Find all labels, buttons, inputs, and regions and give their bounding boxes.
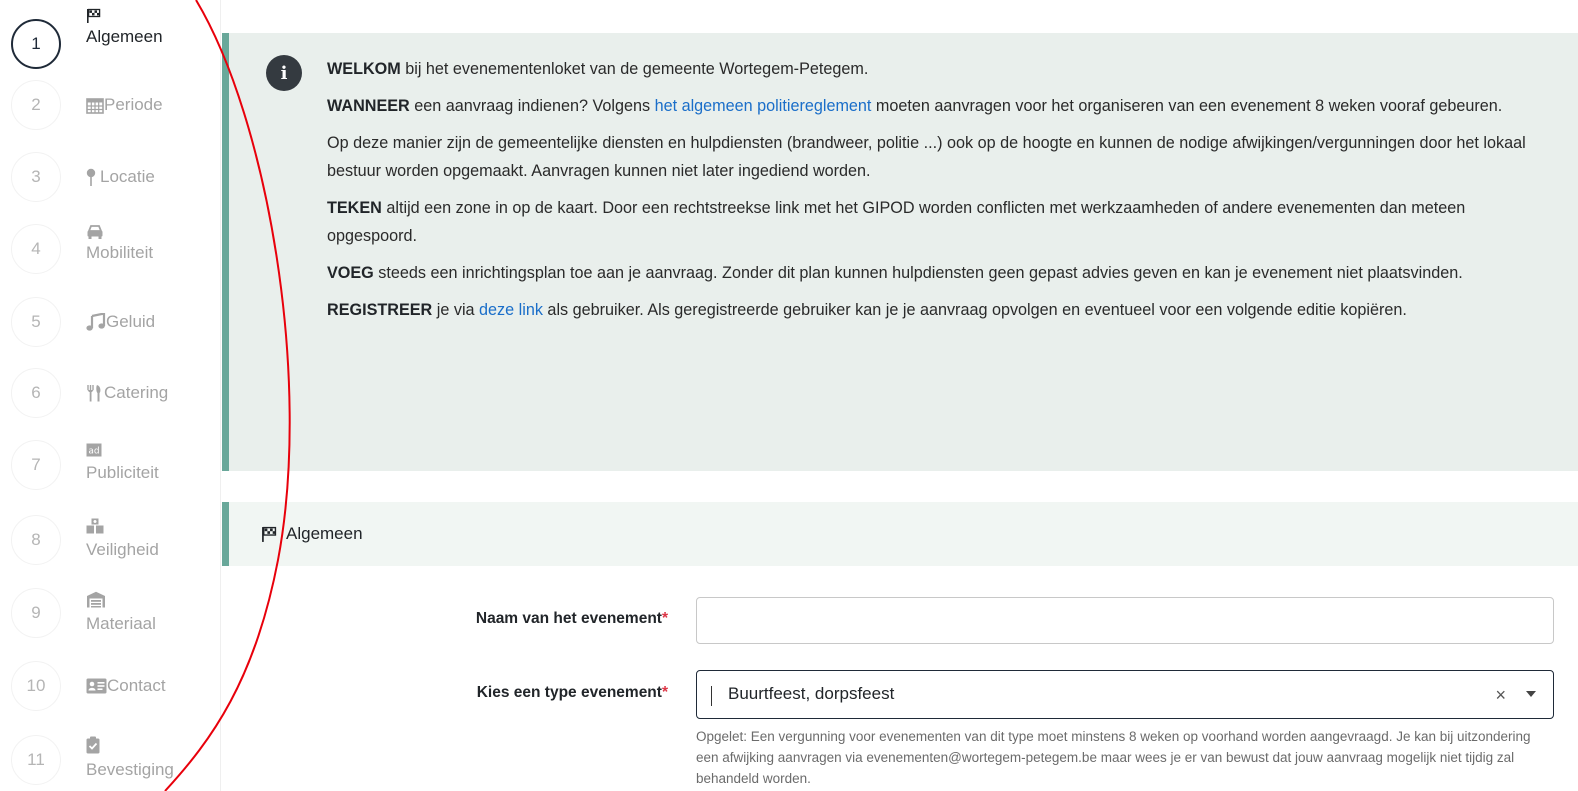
- info-text-wanneer-2: moeten aanvragen voor het organiseren va…: [871, 97, 1503, 115]
- register-link[interactable]: deze link: [479, 301, 543, 319]
- step-label-text: Periode: [104, 95, 163, 114]
- flag-icon: [86, 8, 102, 24]
- event-name-label-text: Naam van het evenement: [475, 610, 662, 627]
- section-title: Algemeen: [286, 524, 363, 543]
- info-icon: i: [266, 55, 302, 91]
- event-type-help-text: Opgelet: Een vergunning voor evenementen…: [696, 729, 1531, 786]
- info-text-voeg: steeds een inrichtingsplan toe aan je aa…: [373, 264, 1463, 282]
- step-number: 4: [11, 224, 61, 274]
- info-text: WELKOM bij het evenementenloket van de g…: [327, 55, 1557, 333]
- politiereglement-link[interactable]: het algemeen politiereglement: [655, 97, 872, 115]
- step-number: 7: [11, 440, 61, 490]
- info-paragraph-voeg: VOEG steeds een inrichtingsplan toe aan …: [327, 259, 1557, 287]
- event-name-label: Naam van het evenement*: [476, 610, 668, 628]
- step-number: 5: [11, 297, 61, 347]
- keyword-welkom: WELKOM: [327, 60, 401, 78]
- svg-text:ad: ad: [88, 447, 99, 457]
- map-pin-icon: [86, 168, 96, 186]
- step-number: 9: [11, 588, 61, 638]
- info-text-teken: altijd een zone in op de kaart. Door een…: [327, 199, 1466, 245]
- event-type-select[interactable]: Buurtfeest, dorpsfeest ×: [696, 670, 1554, 719]
- keyword-wanneer: WANNEER: [327, 97, 410, 115]
- clipboard-check-icon: [86, 736, 100, 754]
- id-card-icon: [86, 678, 107, 694]
- info-text-registreer-1: je via: [432, 301, 480, 319]
- step-label-text: Locatie: [100, 167, 155, 186]
- keyword-registreer: REGISTREER: [327, 301, 433, 319]
- section-header-algemeen: Algemeen: [222, 502, 1578, 566]
- info-paragraph-teken: TEKEN altijd een zone in op de kaart. Do…: [327, 194, 1557, 250]
- step-label-text: Bevestiging: [86, 760, 174, 779]
- chevron-down-icon[interactable]: [1526, 691, 1536, 697]
- step-label-text: Mobiliteit: [86, 243, 154, 262]
- text-cursor: [711, 686, 712, 706]
- keyword-voeg: VOEG: [327, 264, 374, 282]
- music-icon: [86, 313, 106, 331]
- warehouse-icon: [86, 591, 106, 608]
- info-paragraph-welkom: WELKOM bij het evenementenloket van de g…: [327, 55, 1557, 83]
- step-number: 2: [11, 80, 61, 130]
- step-label-text: Materiaal: [86, 614, 156, 633]
- info-text-welkom: bij het evenementenloket van de gemeente…: [400, 60, 869, 78]
- step-label-text: Catering: [104, 383, 169, 402]
- step-number: 8: [11, 515, 61, 565]
- calendar-icon: [86, 97, 104, 114]
- event-type-label: Kies een type evenement*: [477, 684, 668, 702]
- info-paragraph-registreer: REGISTREER je via deze link als gebruike…: [327, 296, 1557, 324]
- flag-icon: [261, 526, 278, 543]
- required-asterisk: *: [661, 684, 668, 701]
- step-number: 1: [11, 19, 61, 69]
- keyword-teken: TEKEN: [327, 199, 382, 217]
- step-label-text: Publiciteit: [86, 463, 159, 482]
- step-number: 6: [11, 368, 61, 418]
- info-paragraph-wanneer: WANNEER een aanvraag indienen? Volgens h…: [327, 92, 1557, 120]
- step-label-text: Algemeen: [86, 27, 163, 46]
- info-text-diensten: Op deze manier zijn de gemeentelijke die…: [327, 134, 1526, 180]
- first-aid-icon: [86, 518, 104, 534]
- stepper-sidebar: 1 Algemeen 2 Periode 3 Locatie 4 Mobilit…: [0, 0, 220, 791]
- event-name-input[interactable]: [696, 597, 1554, 644]
- step-label-text: Geluid: [106, 312, 156, 331]
- clear-selection-icon[interactable]: ×: [1495, 685, 1506, 706]
- info-paragraph-diensten: Op deze manier zijn de gemeentelijke die…: [327, 129, 1557, 185]
- step-label-text: Contact: [107, 676, 166, 695]
- sidebar-divider: [220, 0, 221, 791]
- step-label-text: Veiligheid: [86, 540, 159, 559]
- utensils-icon: [86, 384, 104, 402]
- info-text-wanneer-1: een aanvraag indienen? Volgens: [409, 97, 655, 115]
- step-number: 11: [11, 735, 61, 785]
- event-type-selected-value: Buurtfeest, dorpsfeest: [728, 684, 895, 703]
- step-number: 3: [11, 152, 61, 202]
- ad-icon: ad: [86, 443, 102, 457]
- info-text-registreer-2: als gebruiker. Als geregistreerde gebrui…: [542, 301, 1407, 319]
- welcome-info-box: i WELKOM bij het evenementenloket van de…: [222, 33, 1578, 471]
- step-number: 10: [11, 661, 61, 711]
- event-type-label-text: Kies een type evenement: [476, 684, 662, 701]
- car-icon: [86, 224, 104, 240]
- required-asterisk: *: [661, 610, 668, 627]
